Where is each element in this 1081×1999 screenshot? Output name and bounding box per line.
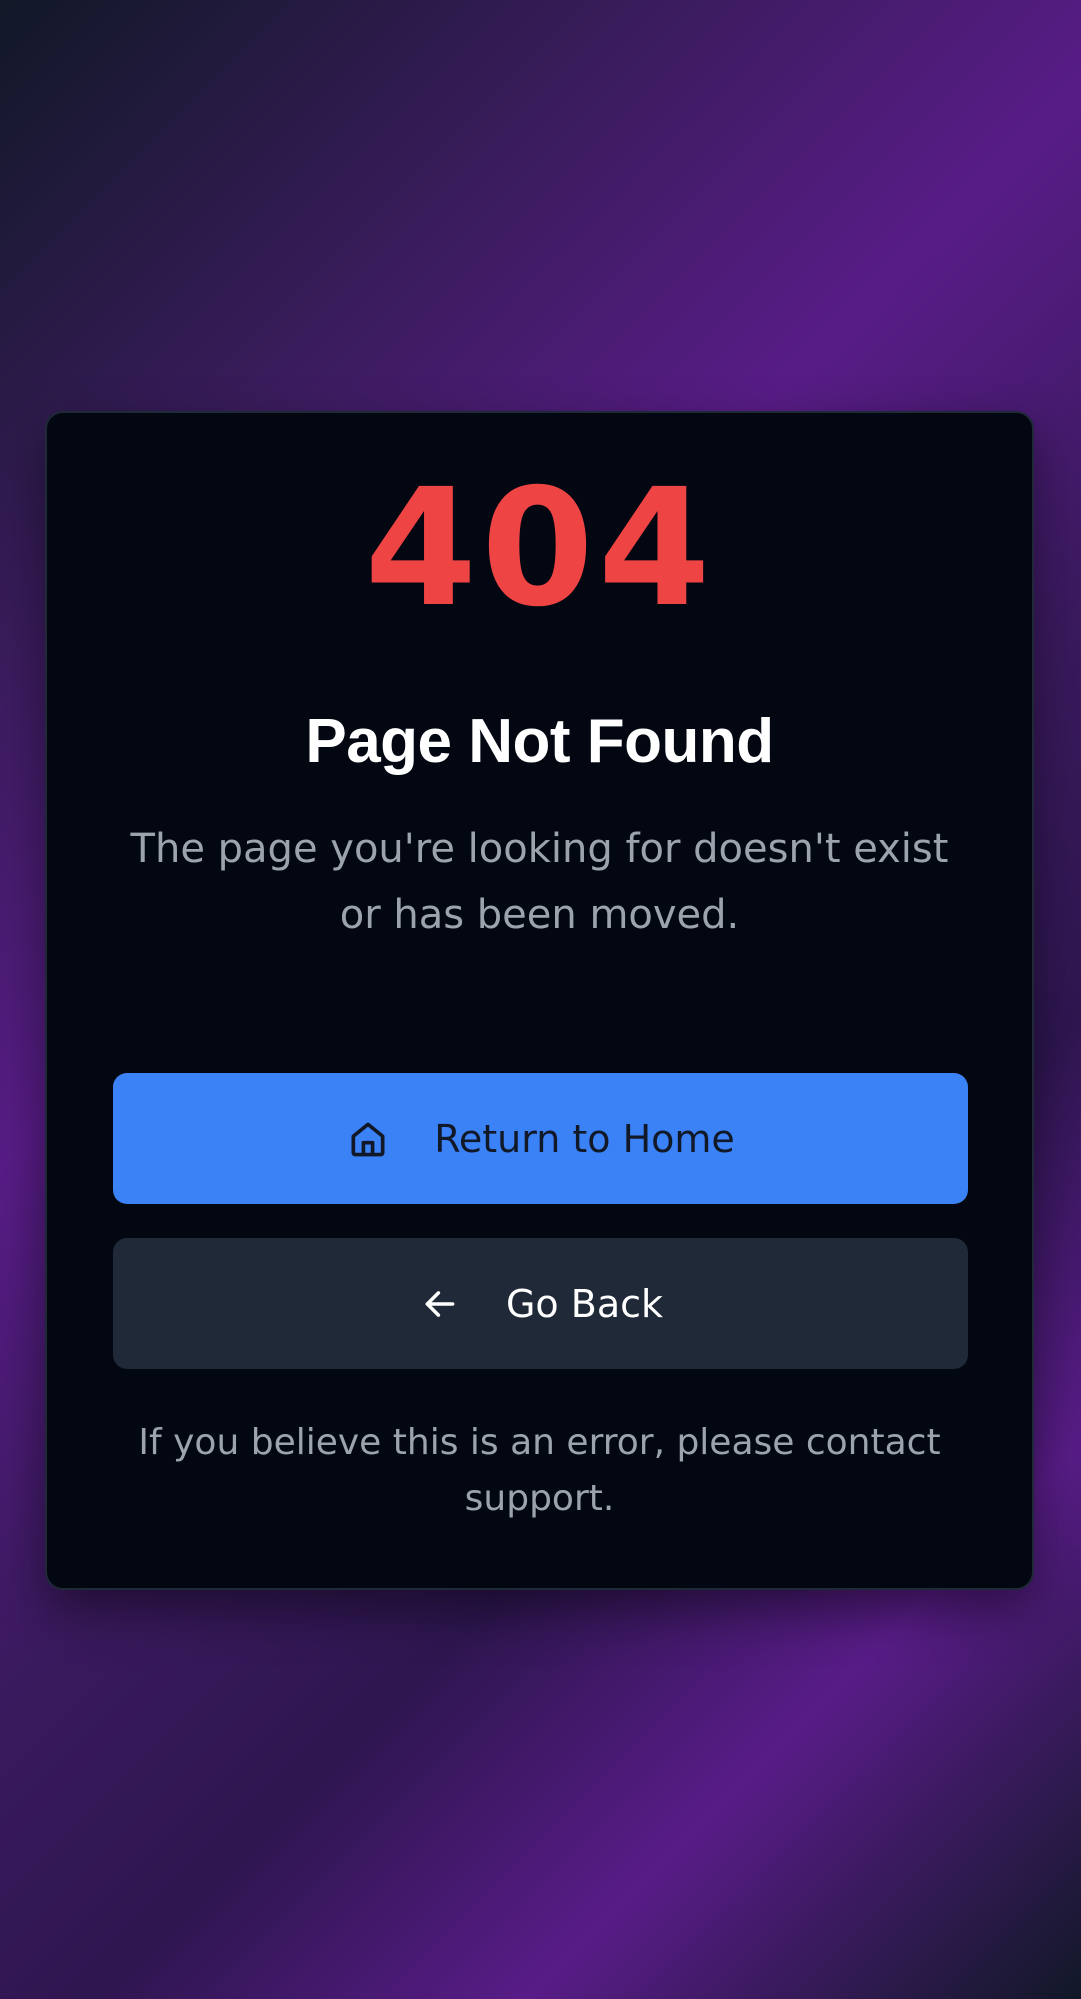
error-description: The page you're looking for doesn't exis…	[130, 826, 949, 938]
error-code: 404	[364, 455, 715, 643]
page-title: Page Not Found	[305, 707, 774, 776]
support-note: If you believe this is an error, please …	[138, 1422, 941, 1519]
return-home-label: Return to Home	[434, 1116, 735, 1161]
go-back-label: Go Back	[505, 1281, 664, 1326]
error-card: 404 Page Not Found The page you're looki…	[45, 411, 1034, 1590]
arrow-left-icon	[418, 1282, 462, 1326]
page-background: 404 Page Not Found The page you're looki…	[0, 0, 1081, 1999]
return-home-button[interactable]: Return to Home	[113, 1073, 968, 1204]
home-icon	[346, 1117, 390, 1161]
go-back-button[interactable]: Go Back	[113, 1238, 968, 1369]
